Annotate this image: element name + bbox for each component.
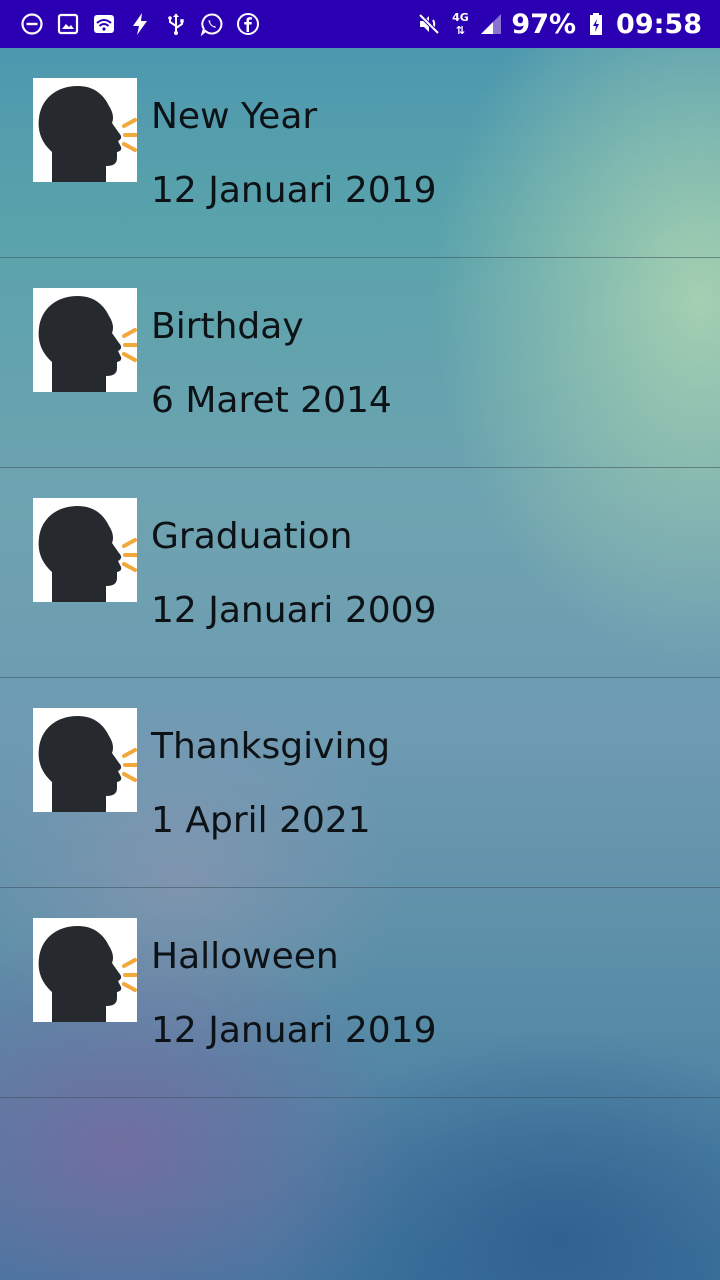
speaking-head-icon	[33, 78, 137, 182]
speaking-head-icon	[33, 288, 137, 392]
network-arrows-icon: ⇅	[455, 24, 466, 37]
battery-charging-icon	[584, 12, 608, 36]
event-date: 12 Januari 2009	[151, 590, 437, 631]
list-item[interactable]: Halloween 12 Januari 2019	[0, 888, 720, 1098]
event-title: Halloween	[151, 936, 339, 977]
speaking-head-icon	[33, 498, 137, 602]
list-item[interactable]: New Year 12 Januari 2019	[0, 48, 720, 258]
network-type-label: 4G	[452, 11, 469, 24]
system-icons: 4G ⇅ 97% 09:58	[417, 9, 702, 40]
event-title: Birthday	[151, 306, 304, 347]
speaking-head-icon	[33, 918, 137, 1022]
event-title: Graduation	[151, 516, 353, 557]
gallery-icon	[56, 12, 80, 36]
event-title: Thanksgiving	[151, 726, 391, 767]
signal-icon	[479, 12, 503, 36]
list-item[interactable]: Birthday 6 Maret 2014	[0, 258, 720, 468]
event-date: 12 Januari 2019	[151, 1010, 437, 1051]
do-not-disturb-icon	[20, 12, 44, 36]
usb-icon	[164, 12, 188, 36]
event-date: 12 Januari 2019	[151, 170, 437, 211]
notification-icons	[20, 12, 260, 36]
speaking-head-icon	[33, 708, 137, 812]
event-date: 6 Maret 2014	[151, 380, 392, 421]
battery-percent: 97%	[511, 8, 577, 40]
mute-icon	[417, 12, 441, 36]
event-title: New Year	[151, 96, 318, 137]
facebook-icon	[236, 12, 260, 36]
whatsapp-icon	[200, 12, 224, 36]
flash-icon	[128, 12, 152, 36]
list-item[interactable]: Graduation 12 Januari 2009	[0, 468, 720, 678]
network-type: 4G ⇅	[449, 9, 471, 39]
event-date: 1 April 2021	[151, 800, 371, 841]
list-item[interactable]: Thanksgiving 1 April 2021	[0, 678, 720, 888]
event-list: New Year 12 Januari 2019 Birthday 6 Mare…	[0, 48, 720, 1098]
clock: 09:58	[616, 8, 702, 40]
wifi-icon	[92, 12, 116, 36]
status-bar: 4G ⇅ 97% 09:58	[0, 0, 720, 48]
